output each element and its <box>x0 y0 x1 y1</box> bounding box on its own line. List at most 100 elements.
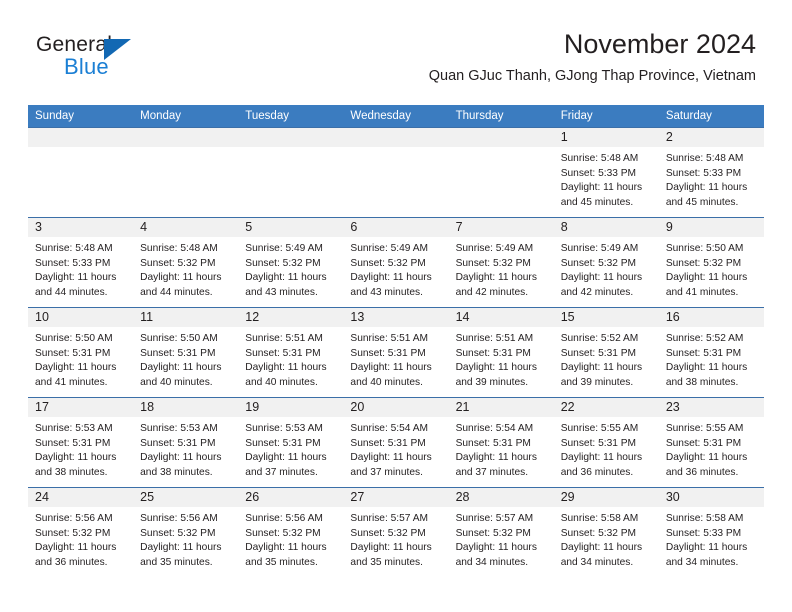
sunset-text: Sunset: 5:32 PM <box>35 527 111 539</box>
calendar-page: General Blue November 2024 Quan GJuc Tha… <box>0 0 792 612</box>
calendar-day-cell-empty <box>343 127 449 218</box>
weekday-header-row: Sunday Monday Tuesday Wednesday Thursday… <box>28 105 764 128</box>
calendar-day-cell[interactable]: 23 Sunrise: 5:55 AM Sunset: 5:31 PM Dayligh… <box>658 397 764 488</box>
calendar-day-cell-empty <box>448 127 554 218</box>
daylight-text: Daylight: 11 hours and 38 minutes. <box>35 452 117 478</box>
weekday-header-tuesday: Tuesday <box>238 105 344 128</box>
sunrise-text: Sunrise: 5:53 AM <box>35 423 113 434</box>
calendar-week-row: 17 Sunrise: 5:53 AM Sunset: 5:31 PM Dayligh… <box>28 397 764 488</box>
weekday-header-monday: Monday <box>133 105 239 128</box>
generalblue-logo[interactable]: General Blue <box>36 34 216 86</box>
calendar-day-cell[interactable]: 10 Sunrise: 5:50 AM Sunset: 5:31 PM Dayligh… <box>28 307 134 398</box>
calendar-day-cell[interactable]: 30 Sunrise: 5:58 AM Sunset: 5:33 PM Dayligh… <box>658 487 764 578</box>
day-number: 2 <box>658 128 764 147</box>
calendar-day-cell[interactable]: 7 Sunrise: 5:49 AM Sunset: 5:32 PM Daylight… <box>448 217 554 308</box>
day-details: Sunrise: 5:51 AM Sunset: 5:31 PM Daylight:… <box>449 327 554 390</box>
sunset-text: Sunset: 5:31 PM <box>140 437 216 449</box>
sunset-text: Sunset: 5:32 PM <box>455 527 531 539</box>
day-number: 29 <box>553 488 659 507</box>
weekday-header-friday: Friday <box>553 105 659 128</box>
day-number: 9 <box>658 218 764 237</box>
calendar-day-cell[interactable]: 11 Sunrise: 5:50 AM Sunset: 5:31 PM Dayligh… <box>133 307 239 398</box>
calendar-day-cell[interactable]: 21 Sunrise: 5:54 AM Sunset: 5:31 PM Dayligh… <box>448 397 554 488</box>
day-number: 11 <box>133 308 239 327</box>
daylight-text: Daylight: 11 hours and 38 minutes. <box>665 362 748 388</box>
day-number: 10 <box>28 308 134 327</box>
calendar-day-cell[interactable]: 26 Sunrise: 5:56 AM Sunset: 5:32 PM Dayligh… <box>238 487 344 578</box>
day-number <box>133 128 239 147</box>
day-number: 22 <box>553 398 659 417</box>
daylight-text: Daylight: 11 hours and 40 minutes. <box>350 362 432 388</box>
sunset-text: Sunset: 5:32 PM <box>350 257 426 269</box>
daylight-text: Daylight: 11 hours and 40 minutes. <box>245 362 327 388</box>
daylight-text: Daylight: 11 hours and 34 minutes. <box>455 542 537 568</box>
calendar-week-row: 10 Sunrise: 5:50 AM Sunset: 5:31 PM Dayligh… <box>28 307 764 398</box>
day-details: Sunrise: 5:53 AM Sunset: 5:31 PM Daylight:… <box>238 417 343 480</box>
sunset-text: Sunset: 5:31 PM <box>245 347 321 359</box>
day-number <box>448 128 554 147</box>
sunset-text: Sunset: 5:32 PM <box>560 527 637 539</box>
daylight-text: Daylight: 11 hours and 37 minutes. <box>350 452 432 478</box>
calendar-day-cell[interactable]: 29 Sunrise: 5:58 AM Sunset: 5:32 PM Dayligh… <box>553 487 659 578</box>
sunset-text: Sunset: 5:31 PM <box>350 437 426 449</box>
day-details: Sunrise: 5:48 AM Sunset: 5:33 PM Daylight:… <box>554 147 659 210</box>
calendar-day-cell[interactable]: 14 Sunrise: 5:51 AM Sunset: 5:31 PM Dayligh… <box>448 307 554 398</box>
calendar-day-cell[interactable]: 3 Sunrise: 5:48 AM Sunset: 5:33 PM Daylight… <box>28 217 134 308</box>
daylight-text: Daylight: 11 hours and 36 minutes. <box>560 452 643 478</box>
calendar-day-cell[interactable]: 1 Sunrise: 5:48 AM Sunset: 5:33 PM Daylight… <box>553 127 659 218</box>
calendar-day-cell[interactable]: 19 Sunrise: 5:53 AM Sunset: 5:31 PM Dayligh… <box>238 397 344 488</box>
calendar-day-cell[interactable]: 22 Sunrise: 5:55 AM Sunset: 5:31 PM Dayligh… <box>553 397 659 488</box>
calendar-day-cell[interactable]: 4 Sunrise: 5:48 AM Sunset: 5:32 PM Daylight… <box>133 217 239 308</box>
calendar-day-cell[interactable]: 16 Sunrise: 5:52 AM Sunset: 5:31 PM Dayligh… <box>658 307 764 398</box>
weekday-header-saturday: Saturday <box>658 105 764 128</box>
calendar-day-cell[interactable]: 2 Sunrise: 5:48 AM Sunset: 5:33 PM Daylight… <box>658 127 764 218</box>
calendar-day-cell[interactable]: 9 Sunrise: 5:50 AM Sunset: 5:32 PM Daylight… <box>658 217 764 308</box>
day-details: Sunrise: 5:48 AM Sunset: 5:33 PM Daylight:… <box>28 237 133 300</box>
calendar-day-cell[interactable]: 6 Sunrise: 5:49 AM Sunset: 5:32 PM Daylight… <box>343 217 449 308</box>
calendar-day-cell[interactable]: 28 Sunrise: 5:57 AM Sunset: 5:32 PM Dayligh… <box>448 487 554 578</box>
sunrise-text: Sunrise: 5:56 AM <box>35 513 113 524</box>
sunrise-text: Sunrise: 5:51 AM <box>350 333 429 344</box>
calendar-body: 1 Sunrise: 5:48 AM Sunset: 5:33 PM Daylight… <box>28 127 764 578</box>
day-number: 19 <box>238 398 344 417</box>
day-details: Sunrise: 5:48 AM Sunset: 5:33 PM Daylight:… <box>659 147 764 210</box>
sunset-text: Sunset: 5:31 PM <box>35 347 111 359</box>
day-number: 30 <box>658 488 764 507</box>
day-number: 25 <box>133 488 239 507</box>
sunrise-text: Sunrise: 5:50 AM <box>665 243 744 254</box>
calendar-header-row: Sunday Monday Tuesday Wednesday Thursday… <box>28 105 764 128</box>
calendar-day-cell[interactable]: 15 Sunrise: 5:52 AM Sunset: 5:31 PM Dayligh… <box>553 307 659 398</box>
sunrise-text: Sunrise: 5:48 AM <box>665 153 744 164</box>
day-details: Sunrise: 5:52 AM Sunset: 5:31 PM Daylight:… <box>659 327 764 390</box>
daylight-text: Daylight: 11 hours and 42 minutes. <box>560 272 643 298</box>
sunset-text: Sunset: 5:32 PM <box>350 527 426 539</box>
sunrise-text: Sunrise: 5:54 AM <box>455 423 534 434</box>
day-number: 12 <box>238 308 344 327</box>
calendar-day-cell[interactable]: 12 Sunrise: 5:51 AM Sunset: 5:31 PM Dayligh… <box>238 307 344 398</box>
day-number: 21 <box>448 398 554 417</box>
calendar-day-cell[interactable]: 24 Sunrise: 5:56 AM Sunset: 5:32 PM Dayligh… <box>28 487 134 578</box>
day-number: 24 <box>28 488 134 507</box>
day-details: Sunrise: 5:50 AM Sunset: 5:31 PM Daylight:… <box>28 327 133 390</box>
daylight-text: Daylight: 11 hours and 44 minutes. <box>140 272 222 298</box>
daylight-text: Daylight: 11 hours and 42 minutes. <box>455 272 537 298</box>
sunset-text: Sunset: 5:31 PM <box>245 437 321 449</box>
day-details: Sunrise: 5:52 AM Sunset: 5:31 PM Daylight:… <box>554 327 659 390</box>
calendar-day-cell-empty <box>28 127 134 218</box>
sunset-text: Sunset: 5:31 PM <box>560 437 637 449</box>
day-details: Sunrise: 5:49 AM Sunset: 5:32 PM Daylight:… <box>343 237 448 300</box>
calendar-day-cell[interactable]: 18 Sunrise: 5:53 AM Sunset: 5:31 PM Dayligh… <box>133 397 239 488</box>
calendar-day-cell[interactable]: 27 Sunrise: 5:57 AM Sunset: 5:32 PM Dayligh… <box>343 487 449 578</box>
day-number: 7 <box>448 218 554 237</box>
day-number: 26 <box>238 488 344 507</box>
calendar-day-cell[interactable]: 8 Sunrise: 5:49 AM Sunset: 5:32 PM Daylight… <box>553 217 659 308</box>
calendar-day-cell[interactable]: 17 Sunrise: 5:53 AM Sunset: 5:31 PM Dayligh… <box>28 397 134 488</box>
sunrise-text: Sunrise: 5:50 AM <box>35 333 113 344</box>
calendar-day-cell[interactable]: 5 Sunrise: 5:49 AM Sunset: 5:32 PM Daylight… <box>238 217 344 308</box>
calendar-day-cell[interactable]: 13 Sunrise: 5:51 AM Sunset: 5:31 PM Dayligh… <box>343 307 449 398</box>
sunrise-text: Sunrise: 5:57 AM <box>455 513 534 524</box>
sunrise-text: Sunrise: 5:52 AM <box>665 333 744 344</box>
calendar-day-cell[interactable]: 25 Sunrise: 5:56 AM Sunset: 5:32 PM Dayligh… <box>133 487 239 578</box>
sunset-text: Sunset: 5:32 PM <box>455 257 531 269</box>
calendar-day-cell[interactable]: 20 Sunrise: 5:54 AM Sunset: 5:31 PM Dayligh… <box>343 397 449 488</box>
